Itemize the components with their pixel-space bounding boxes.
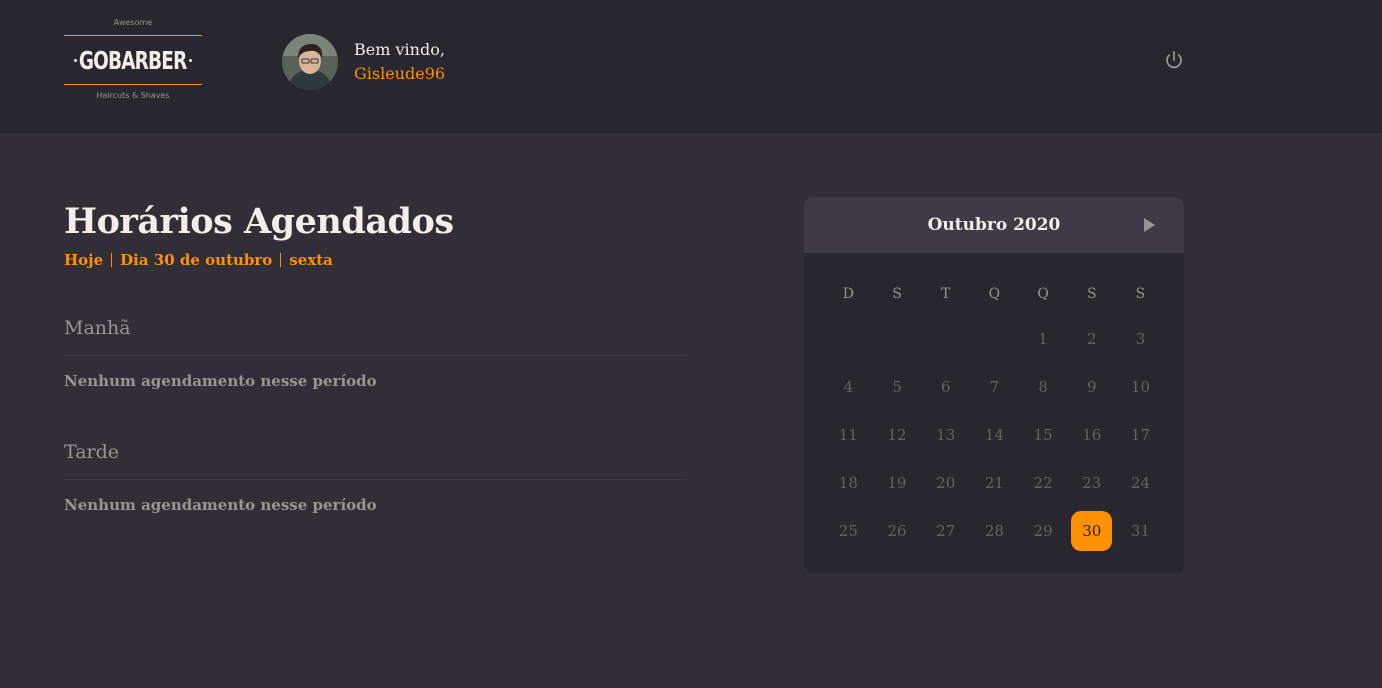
weekday-label: S	[1086, 286, 1097, 302]
calendar-day[interactable]: 29	[1019, 511, 1068, 551]
calendar-day[interactable]: 24	[1116, 463, 1165, 503]
calendar-day[interactable]: 28	[970, 511, 1019, 551]
empty-message: Nenhum agendamento nesse período	[64, 496, 377, 514]
week-row: 25 26 27 28 29 30 31	[824, 511, 1165, 559]
date-day: Dia 30 de outubro	[120, 251, 273, 269]
weekday-label: T	[941, 286, 951, 302]
weekday-label: S	[1135, 286, 1146, 302]
calendar-grid: D S T Q Q S S 1 2 3 4 5 6 7 8 9 10 11 12 13 14 15 16 17 18 19 20 21…	[824, 277, 1165, 559]
calendar-empty-cell	[873, 319, 922, 359]
logo[interactable]: Awesome GOBARBER Haircuts & Shaves	[64, 16, 202, 106]
avatar[interactable]	[282, 34, 338, 90]
calendar-day[interactable]: 21	[970, 463, 1019, 503]
calendar-day[interactable]: 1	[1019, 319, 1068, 359]
section-afternoon: Tarde Nenhum agendamento nesse período	[64, 438, 684, 514]
calendar-day[interactable]: 9	[1067, 367, 1116, 407]
calendar-day[interactable]: 22	[1019, 463, 1068, 503]
calendar-day[interactable]: 4	[824, 367, 873, 407]
calendar-day[interactable]: 6	[921, 367, 970, 407]
welcome-text: Bem vindo,	[354, 40, 445, 59]
logo-dot-right	[189, 59, 192, 62]
calendar-day[interactable]: 8	[1019, 367, 1068, 407]
calendar-empty-cell	[824, 319, 873, 359]
section-title: Tarde	[64, 438, 684, 480]
calendar-day[interactable]: 23	[1067, 463, 1116, 503]
weekday-label: D	[842, 286, 854, 302]
date-separator	[111, 253, 113, 267]
date-today: Hoje	[64, 251, 104, 269]
calendar-day[interactable]: 11	[824, 415, 873, 455]
weekday-row: DSTQQSS	[824, 277, 1165, 311]
calendar-day[interactable]: 13	[921, 415, 970, 455]
username-link[interactable]: Gisleude96	[354, 62, 445, 86]
calendar-day[interactable]: 10	[1116, 367, 1165, 407]
weekday-label: S	[892, 286, 902, 302]
calendar-day[interactable]: 2	[1067, 319, 1116, 359]
calendar-day[interactable]: 17	[1116, 415, 1165, 455]
week-row: 123	[824, 319, 1165, 367]
week-row: 18 19 20 21 22 23 24	[824, 463, 1165, 511]
empty-message: Nenhum agendamento nesse período	[64, 372, 377, 390]
weekday-label: Q	[988, 286, 1001, 302]
logo-bottom-text: Haircuts & Shaves	[96, 91, 170, 100]
calendar-day[interactable]: 27	[921, 511, 970, 551]
calendar-day[interactable]: 20	[921, 463, 970, 503]
week-row: 11 12 13 14 15 16 17	[824, 415, 1165, 463]
power-icon[interactable]	[1162, 48, 1186, 72]
calendar: Outubro 2020 D S T Q Q S S 1 2 3 4 5 6 7 8 9 10 11 12 13 14 1…	[804, 197, 1184, 574]
date-line: Hoje Dia 30 de outubro sexta	[64, 251, 684, 269]
page-title: Horários Agendados	[64, 201, 454, 242]
section-title: Manhã	[64, 314, 684, 356]
calendar-day[interactable]: 19	[873, 463, 922, 503]
logo-bar: GOBARBER	[64, 35, 202, 85]
calendar-day[interactable]: 12	[873, 415, 922, 455]
logo-dot-left	[74, 59, 77, 62]
triangle-right-icon[interactable]	[1144, 218, 1155, 232]
header: Awesome GOBARBER Haircuts & Shaves Bem v…	[0, 0, 1382, 133]
calendar-day[interactable]: 5	[873, 367, 922, 407]
calendar-spacer	[824, 311, 1165, 319]
logo-top-text: Awesome	[113, 18, 153, 27]
calendar-empty-cell	[921, 319, 970, 359]
schedule-panel: Horários Agendados Hoje Dia 30 de outubr…	[64, 196, 684, 514]
week-row: 4 5 6 7 8 9 10	[824, 367, 1165, 415]
calendar-empty-cell	[970, 319, 1019, 359]
calendar-day[interactable]: 18	[824, 463, 873, 503]
section-morning: Manhã Nenhum agendamento nesse período	[64, 314, 684, 390]
calendar-day[interactable]: 15	[1019, 415, 1068, 455]
calendar-header: Outubro 2020	[804, 197, 1184, 253]
calendar-day[interactable]: 31	[1116, 511, 1165, 551]
calendar-day[interactable]: 25	[824, 511, 873, 551]
calendar-month: Outubro 2020	[927, 215, 1061, 235]
calendar-day[interactable]: 3	[1116, 319, 1165, 359]
logo-brand: GOBARBER	[79, 45, 187, 75]
date-weekday: sexta	[289, 251, 333, 269]
weekday-label: Q	[1037, 286, 1049, 302]
calendar-day[interactable]: 26	[873, 511, 922, 551]
calendar-day-selected[interactable]: 30	[1071, 511, 1113, 551]
calendar-day[interactable]: 16	[1067, 415, 1116, 455]
date-separator	[280, 253, 282, 267]
profile: Bem vindo, Gisleude96	[354, 40, 445, 86]
calendar-day[interactable]: 14	[970, 415, 1019, 455]
calendar-day[interactable]: 7	[970, 367, 1019, 407]
